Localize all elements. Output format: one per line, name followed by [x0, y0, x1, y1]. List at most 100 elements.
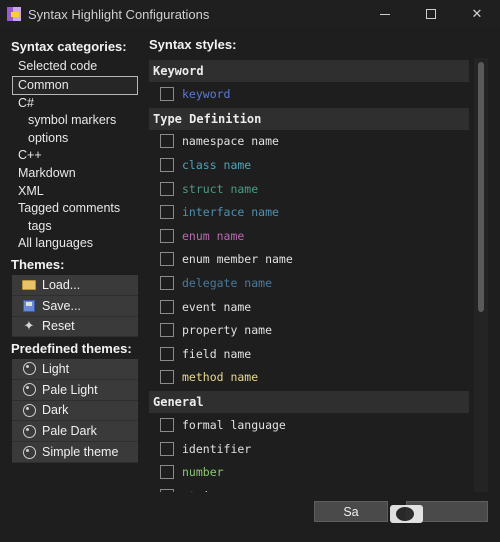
style-label: method name	[182, 370, 259, 385]
save-button[interactable]: Sa	[314, 501, 388, 522]
style-label: struct name	[182, 181, 259, 196]
themes-heading: Themes:	[11, 257, 65, 272]
theme-action-button[interactable]: ✦ Reset	[12, 316, 138, 338]
theme-action-button-label: Load...	[42, 277, 81, 292]
style-checkbox[interactable]	[160, 134, 174, 149]
scrollbar-thumb[interactable]	[478, 62, 484, 312]
style-checkbox[interactable]	[160, 488, 174, 492]
category-item[interactable]: C#	[12, 95, 138, 113]
style-checkbox[interactable]	[160, 205, 174, 220]
maximize-icon	[426, 9, 436, 19]
styles-scrollbar[interactable]	[474, 58, 488, 492]
close-button[interactable]: ✕	[454, 0, 500, 28]
category-item[interactable]: tags	[12, 218, 138, 236]
folder-icon	[21, 278, 37, 292]
style-label: keyword	[182, 86, 231, 101]
wechat-icon	[396, 507, 414, 521]
style-row[interactable]: property name	[149, 318, 469, 342]
app-logo-icon	[6, 6, 22, 22]
predefined-theme-buttons: Light Pale Light Dark Pale Dark Simple theme	[12, 359, 138, 463]
palette-icon	[21, 383, 37, 397]
style-row[interactable]: interface name	[149, 200, 469, 224]
predefined-theme-button[interactable]: Pale Light	[12, 379, 138, 401]
syntax-categories-heading: Syntax categories:	[11, 39, 127, 54]
category-item[interactable]: symbol markers	[12, 112, 138, 130]
predefined-theme-button[interactable]: Simple theme	[12, 442, 138, 463]
category-list: Selected code Common C# symbol markers optio…	[12, 58, 138, 253]
window-controls: ✕	[362, 0, 500, 28]
category-item[interactable]: options	[12, 130, 138, 148]
palette-icon	[21, 362, 37, 376]
predefined-theme-button[interactable]: Pale Dark	[12, 421, 138, 443]
theme-action-button[interactable]: Load...	[12, 275, 138, 296]
theme-action-button[interactable]: Save...	[12, 295, 138, 317]
style-row[interactable]: string	[149, 484, 469, 492]
style-row[interactable]: method name	[149, 366, 469, 390]
style-row[interactable]: delegate name	[149, 271, 469, 295]
predefined-theme-button[interactable]: Dark	[12, 400, 138, 422]
left-panel: Syntax categories: Selected code Common C#…	[0, 28, 146, 542]
theme-action-button-label: Save...	[42, 298, 81, 313]
style-row[interactable]: number	[149, 460, 469, 484]
style-label: formal language	[182, 417, 286, 432]
style-label: identifier	[182, 441, 252, 456]
syntax-styles-list[interactable]: Keyword keyword Type Definition namespace n…	[149, 58, 488, 492]
style-checkbox[interactable]	[160, 299, 174, 314]
category-item[interactable]: All languages	[12, 235, 138, 253]
category-item[interactable]: Tagged comments	[12, 200, 138, 218]
style-label: number	[182, 465, 224, 480]
title-bar: Syntax Highlight Configurations ✕	[0, 0, 500, 28]
style-row[interactable]: formal language	[149, 413, 469, 437]
style-checkbox[interactable]	[160, 228, 174, 243]
category-item[interactable]: Selected code	[12, 58, 138, 76]
style-checkbox[interactable]	[160, 417, 174, 432]
category-item[interactable]: XML	[12, 183, 138, 201]
style-label: event name	[182, 299, 252, 314]
style-group-header[interactable]: Keyword	[149, 60, 469, 82]
style-label: string	[182, 489, 224, 492]
style-checkbox[interactable]	[160, 370, 174, 385]
window-title: Syntax Highlight Configurations	[28, 6, 210, 22]
style-checkbox[interactable]	[160, 86, 174, 101]
style-label: interface name	[182, 205, 279, 220]
predefined-theme-button-label: Dark	[42, 403, 69, 418]
palette-icon	[21, 445, 37, 459]
style-checkbox[interactable]	[160, 252, 174, 267]
style-label: enum name	[182, 228, 245, 243]
palette-icon	[21, 424, 37, 438]
style-checkbox[interactable]	[160, 323, 174, 338]
maximize-button[interactable]	[408, 0, 454, 28]
broom-icon: ✦	[23, 318, 35, 334]
minimize-button[interactable]	[362, 0, 408, 28]
style-row[interactable]: namespace name	[149, 130, 469, 154]
style-label: property name	[182, 323, 273, 338]
style-row[interactable]: keyword	[149, 82, 469, 106]
predefined-theme-button-label: Simple theme	[42, 445, 119, 460]
style-group-header[interactable]: General	[149, 391, 469, 414]
style-row[interactable]: field name	[149, 342, 469, 366]
style-row[interactable]: event name	[149, 295, 469, 319]
style-checkbox[interactable]	[160, 275, 174, 290]
style-row[interactable]: class name	[149, 153, 469, 177]
style-label: namespace name	[182, 134, 279, 149]
predefined-themes-heading: Predefined themes:	[11, 341, 132, 356]
category-item[interactable]: C++	[12, 147, 138, 165]
predefined-theme-button-label: Light	[42, 361, 70, 376]
style-row[interactable]: struct name	[149, 177, 469, 201]
style-checkbox[interactable]	[160, 346, 174, 361]
style-row[interactable]: enum name	[149, 224, 469, 248]
predefined-theme-button[interactable]: Light	[12, 359, 138, 380]
style-row[interactable]: enum member name	[149, 248, 469, 272]
syntax-styles-heading: Syntax styles:	[149, 37, 237, 52]
style-checkbox[interactable]	[160, 157, 174, 172]
category-item[interactable]: Common	[12, 75, 138, 95]
style-checkbox[interactable]	[160, 181, 174, 196]
style-checkbox[interactable]	[160, 465, 174, 480]
close-icon: ✕	[471, 6, 483, 21]
style-label: delegate name	[182, 275, 273, 290]
style-checkbox[interactable]	[160, 441, 174, 456]
category-item[interactable]: Markdown	[12, 165, 138, 183]
style-row[interactable]: identifier	[149, 437, 469, 461]
style-label: class name	[182, 157, 252, 172]
style-group-header[interactable]: Type Definition	[149, 107, 469, 130]
